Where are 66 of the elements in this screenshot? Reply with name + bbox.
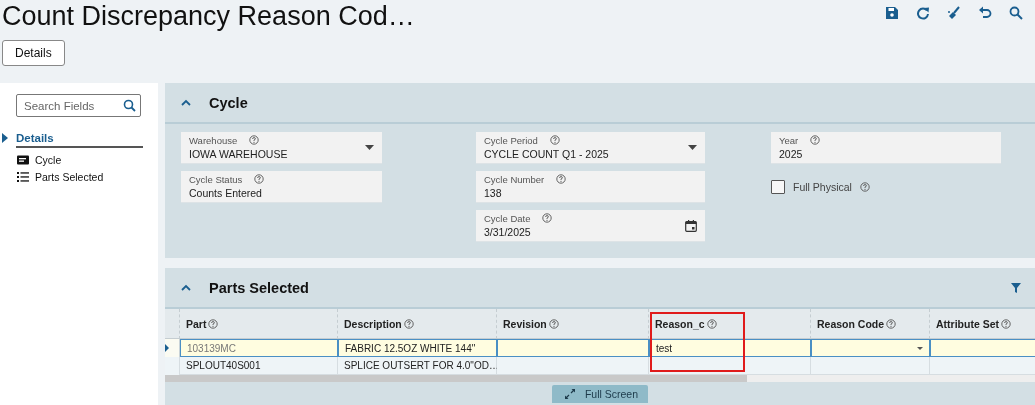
list-icon	[17, 171, 29, 182]
nav-item[interactable]: Details	[16, 131, 54, 144]
expand-arrows-icon	[564, 389, 575, 399]
column-header[interactable]: Revision	[497, 309, 649, 339]
search-icon	[123, 99, 136, 112]
help-icon	[556, 174, 567, 184]
help-icon	[403, 318, 414, 329]
table-cell[interactable]	[930, 339, 1035, 357]
help-icon	[1001, 318, 1011, 329]
search-icon	[1008, 6, 1023, 20]
column-header[interactable]: Reason_c	[649, 309, 811, 339]
help-icon	[859, 182, 870, 192]
nav-subitem[interactable]: Parts Selected	[0, 168, 158, 185]
table-cell: SPLOUT40S001	[180, 357, 338, 375]
help-icon	[548, 318, 559, 329]
column-header[interactable]: Attribute Set	[930, 309, 1035, 339]
full-screen-button[interactable]: Full Screen	[551, 385, 649, 403]
calendar-icon	[685, 219, 697, 232]
help-icon	[810, 135, 821, 145]
dropdown-field[interactable]: Cycle Period CYCLE COUNT Q1 - 2025	[476, 132, 705, 164]
pointer-arrow-icon	[2, 132, 8, 143]
refresh-icon	[915, 6, 930, 20]
dropdown-field[interactable]: Warehouse IOWA WAREHOUSE	[181, 132, 382, 164]
dropdown-caret-icon	[688, 145, 697, 150]
help-icon	[542, 213, 553, 223]
help-icon	[254, 174, 265, 184]
table-cell[interactable]	[497, 339, 649, 357]
column-header[interactable]: Description	[338, 309, 497, 339]
table-cell[interactable]	[811, 339, 930, 357]
table-cell: SPLICE OUTSERT FOR 4.0"OD…	[338, 357, 497, 375]
dropdown-caret-icon	[917, 346, 923, 350]
collapse-button[interactable]	[181, 99, 191, 106]
undo-icon	[977, 6, 992, 20]
page-title: Count Discrepancy Reason Cod…	[1, 0, 415, 32]
row-pointer-icon	[165, 344, 169, 352]
collapse-button[interactable]	[181, 284, 191, 291]
checkbox-label: Full Physical	[793, 181, 852, 193]
filter-button[interactable]	[1011, 282, 1021, 293]
column-header[interactable]: Reason Code	[811, 309, 930, 339]
text-field[interactable]: Cycle Status Counts Entered	[181, 171, 382, 203]
help-icon	[706, 318, 717, 329]
column-header[interactable]: Part	[180, 309, 338, 339]
nav-subitem[interactable]: Cycle	[0, 151, 158, 168]
details-tab[interactable]: Details	[2, 40, 65, 66]
save-icon	[884, 6, 899, 20]
date-field[interactable]: Cycle Date 3/31/2025	[476, 210, 705, 242]
help-icon	[549, 135, 560, 145]
table-cell[interactable]: FABRIC 12.5OZ WHITE 144"	[338, 339, 497, 357]
collapse-icon	[181, 99, 191, 106]
help-icon	[208, 318, 219, 329]
help-icon	[249, 135, 260, 145]
section-title: Cycle	[209, 94, 249, 111]
table-cell[interactable]: test	[649, 339, 811, 357]
table-cell[interactable]: 103139MC	[180, 339, 338, 357]
checkbox[interactable]	[771, 180, 785, 194]
dropdown-caret-icon	[365, 145, 374, 150]
text-field[interactable]: Year 2025	[771, 132, 1001, 164]
help-icon	[886, 318, 897, 329]
horizontal-scrollbar[interactable]	[165, 375, 1035, 382]
card-icon	[17, 154, 29, 165]
filter-icon	[1011, 282, 1021, 293]
collapse-icon	[181, 284, 191, 291]
section-title: Parts Selected	[209, 279, 310, 296]
text-field[interactable]: Cycle Number 138	[476, 171, 705, 203]
search-field[interactable]: Search Fields	[16, 94, 141, 117]
brush-icon	[946, 6, 961, 20]
